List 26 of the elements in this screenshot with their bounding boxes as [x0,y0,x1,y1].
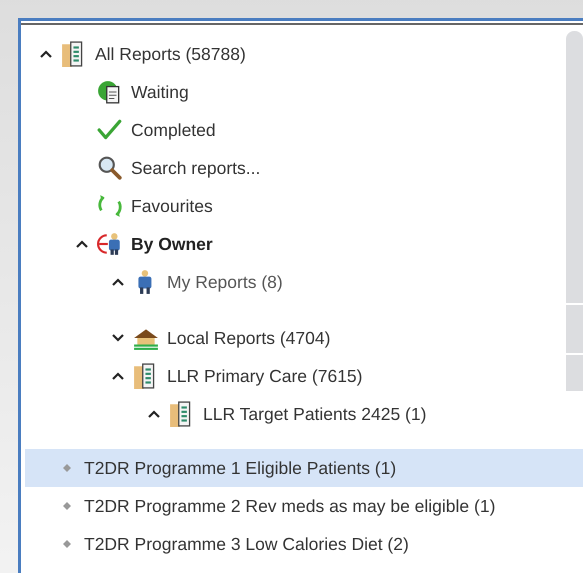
tree-item[interactable]: Favourites [131,196,213,216]
refresh-arrows-icon [97,193,123,219]
scrollbar[interactable] [566,31,583,391]
owner-person-icon [97,231,123,257]
tree-item[interactable]: Local Reports (4704) [167,328,330,348]
diamond-bullet-icon [63,540,71,548]
collapse-chevron-icon[interactable] [111,371,125,381]
expand-chevron-icon[interactable] [111,333,125,343]
tree-item[interactable]: LLR Primary Care (7615) [167,366,362,386]
tree-item[interactable]: Search reports... [131,158,260,178]
collapse-chevron-icon[interactable] [111,277,125,287]
collapse-chevron-icon[interactable] [75,239,89,249]
collapse-chevron-icon[interactable] [39,49,53,59]
tree-item[interactable]: Completed [131,120,216,140]
diamond-bullet-icon [63,464,71,472]
tree-item[interactable]: LLR Target Patients 2425 (1) [203,404,426,424]
report-item[interactable]: T2DR Programme 3 Low Calories Diet (2) [25,525,583,563]
report-item[interactable]: T2DR Programme 2 Rev meds as may be eligible (1) [25,487,583,525]
collapse-chevron-icon[interactable] [147,409,161,419]
search-icon [97,155,123,181]
diamond-bullet-icon [63,502,71,510]
report-item[interactable]: T2DR Programme 1 Eligible Patients (1) [25,449,583,487]
tree-item[interactable]: Waiting [131,82,189,102]
tree-item[interactable]: My Reports (8) [167,272,283,292]
tree-item[interactable]: All Reports (58788) [95,44,246,64]
tree-item[interactable]: By Owner [131,234,213,254]
